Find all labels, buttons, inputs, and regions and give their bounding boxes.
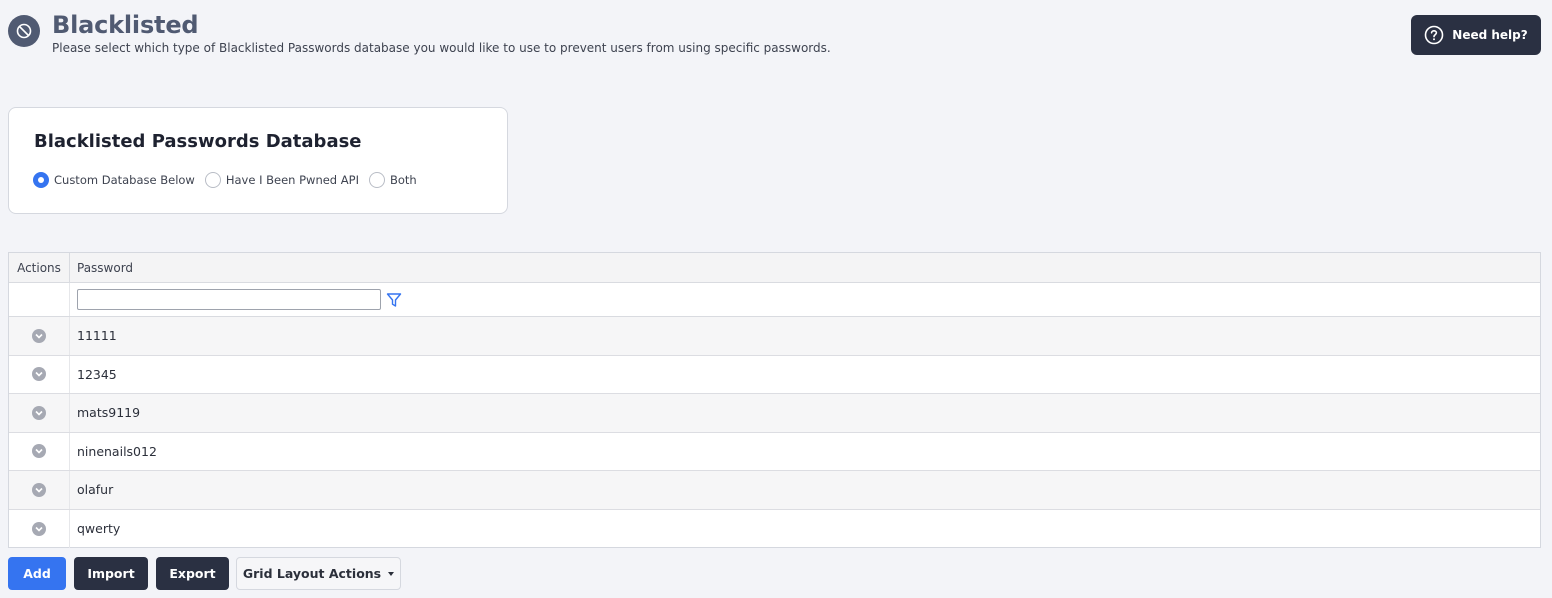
table-row[interactable]: ninenails012 [9, 432, 1540, 471]
need-help-button[interactable]: Need help? [1411, 15, 1541, 55]
password-cell: mats9119 [77, 405, 141, 421]
filter-row [9, 283, 1540, 317]
grid-layout-actions-label: Grid Layout Actions [242, 566, 382, 581]
password-cell: 11111 [77, 328, 117, 344]
export-button[interactable]: Export [156, 557, 229, 590]
table-row[interactable]: 12345 [9, 355, 1540, 394]
grid-body: 11111 12345 mats9119 ninenails012 olafur… [9, 317, 1540, 548]
block-icon [8, 15, 40, 47]
radio-label: Have I Been Pwned API [225, 173, 359, 187]
table-row[interactable]: qwerty [9, 509, 1540, 548]
page-subtitle: Please select which type of Blacklisted … [52, 41, 831, 55]
database-type-radio-group: Custom Database Below Have I Been Pwned … [33, 172, 427, 188]
radio-button[interactable] [204, 172, 221, 188]
radio-button[interactable] [368, 172, 385, 188]
chevron-down-icon[interactable] [32, 367, 46, 382]
table-row[interactable]: 11111 [9, 317, 1540, 356]
radio-custom-database[interactable]: Custom Database Below [33, 172, 195, 188]
radio-both[interactable]: Both [368, 172, 417, 188]
column-header-actions[interactable]: Actions [9, 253, 70, 282]
chevron-down-icon[interactable] [32, 405, 46, 420]
grid-layout-actions-button[interactable]: Grid Layout Actions [236, 557, 401, 590]
grid-header: Actions Password [9, 253, 1540, 283]
radio-label: Custom Database Below [54, 173, 195, 187]
chevron-down-icon[interactable] [32, 482, 46, 497]
radio-hibp-api[interactable]: Have I Been Pwned API [204, 172, 359, 188]
caret-down-icon [388, 571, 395, 576]
password-cell: qwerty [77, 521, 121, 537]
filter-icon[interactable] [386, 292, 402, 308]
radio-label: Both [389, 173, 417, 187]
database-type-card: Blacklisted Passwords Database Custom Da… [8, 107, 508, 214]
table-row[interactable]: mats9119 [9, 394, 1540, 433]
password-cell: 12345 [77, 366, 117, 382]
page-title: Blacklisted [52, 11, 199, 39]
table-row[interactable]: olafur [9, 471, 1540, 510]
card-title: Blacklisted Passwords Database [34, 131, 362, 152]
password-cell: olafur [77, 482, 114, 498]
chevron-down-icon[interactable] [32, 328, 46, 343]
chevron-down-icon[interactable] [32, 521, 46, 536]
import-button[interactable]: Import [74, 557, 148, 590]
chevron-down-icon[interactable] [32, 444, 46, 459]
password-cell: ninenails012 [77, 443, 157, 459]
add-button[interactable]: Add [8, 557, 66, 590]
radio-button-checked[interactable] [33, 172, 49, 188]
passwords-grid: Actions Password 11111 12345 mats9119 ni… [8, 252, 1541, 548]
column-header-password[interactable]: Password [70, 253, 1540, 282]
password-filter-input[interactable] [77, 289, 381, 310]
need-help-label: Need help? [1452, 28, 1528, 42]
question-circle-icon [1424, 25, 1444, 45]
